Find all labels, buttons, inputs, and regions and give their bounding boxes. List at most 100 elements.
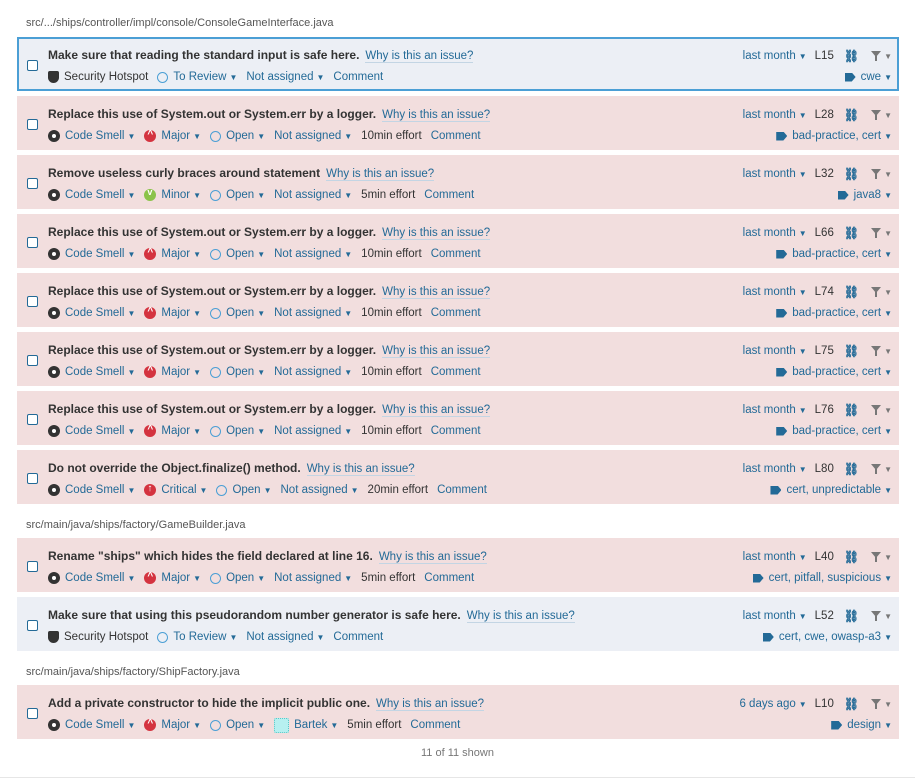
issue-date[interactable]: last month ▼: [743, 50, 807, 62]
issue-date[interactable]: last month ▼: [743, 286, 807, 298]
why-link[interactable]: Why is this an issue?: [382, 286, 491, 299]
issue-date[interactable]: last month ▼: [743, 345, 807, 357]
why-link[interactable]: Why is this an issue?: [365, 50, 474, 63]
issue-date[interactable]: last month ▼: [743, 610, 807, 622]
issue-severity[interactable]: Major▼: [144, 424, 201, 437]
issue-tags[interactable]: bad-practice, cert ▼: [776, 246, 892, 262]
issue-assignee[interactable]: Not assigned ▼: [246, 71, 324, 83]
issue-row[interactable]: Make sure that reading the standard inpu…: [17, 37, 899, 91]
issue-type[interactable]: Code Smell ▼: [48, 366, 135, 378]
issue-message[interactable]: Replace this use of System.out or System…: [48, 107, 376, 121]
issue-status[interactable]: Open ▼: [210, 425, 265, 437]
issue-status[interactable]: To Review ▼: [157, 631, 237, 643]
issue-tags[interactable]: cwe ▼: [844, 69, 892, 85]
filter-dropdown[interactable]: ▼: [859, 405, 892, 415]
filter-dropdown[interactable]: ▼: [859, 611, 892, 621]
issue-row[interactable]: Do not override the Object.finalize() me…: [17, 450, 899, 504]
issue-message[interactable]: Replace this use of System.out or System…: [48, 402, 376, 416]
filter-dropdown[interactable]: ▼: [859, 552, 892, 562]
issue-tags[interactable]: cert, pitfall, suspicious ▼: [752, 570, 892, 586]
issue-row[interactable]: Rename "ships" which hides the field dec…: [17, 538, 899, 592]
issue-date[interactable]: last month ▼: [743, 227, 807, 239]
why-link[interactable]: Why is this an issue?: [376, 698, 485, 711]
filter-dropdown[interactable]: ▼: [859, 346, 892, 356]
file-path[interactable]: src/main/java/ships/factory/ShipFactory.…: [26, 666, 240, 680]
why-link[interactable]: Why is this an issue?: [306, 463, 415, 476]
link-icon[interactable]: ⛓: [844, 49, 859, 63]
filter-dropdown[interactable]: ▼: [859, 51, 892, 61]
issue-checkbox[interactable]: [27, 355, 38, 366]
issue-assignee[interactable]: Not assigned ▼: [274, 572, 352, 584]
why-link[interactable]: Why is this an issue?: [382, 345, 491, 358]
issue-message[interactable]: Remove useless curly braces around state…: [48, 166, 320, 180]
issue-assignee[interactable]: Not assigned ▼: [246, 631, 324, 643]
issue-assignee[interactable]: Not assigned ▼: [274, 366, 352, 378]
comment-link[interactable]: Comment: [424, 572, 474, 584]
issue-type[interactable]: Code Smell ▼: [48, 248, 135, 260]
filter-dropdown[interactable]: ▼: [859, 464, 892, 474]
issue-tags[interactable]: bad-practice, cert ▼: [776, 128, 892, 144]
issue-checkbox[interactable]: [27, 60, 38, 71]
issue-date[interactable]: 6 days ago ▼: [739, 698, 806, 710]
link-icon[interactable]: ⛓: [844, 550, 859, 564]
issue-tags[interactable]: design ▼: [831, 717, 892, 733]
why-link[interactable]: Why is this an issue?: [382, 227, 491, 240]
issue-row[interactable]: Make sure that using this pseudorandom n…: [17, 597, 899, 651]
comment-link[interactable]: Comment: [333, 71, 383, 83]
link-icon[interactable]: ⛓: [844, 285, 859, 299]
issue-row[interactable]: Replace this use of System.out or System…: [17, 332, 899, 386]
issue-status[interactable]: Open ▼: [210, 572, 265, 584]
link-icon[interactable]: ⛓: [844, 462, 859, 476]
issue-tags[interactable]: bad-practice, cert ▼: [776, 305, 892, 321]
filter-dropdown[interactable]: ▼: [859, 110, 892, 120]
why-link[interactable]: Why is this an issue?: [382, 109, 491, 122]
issue-assignee[interactable]: Bartek ▼: [274, 717, 338, 733]
issue-row[interactable]: Remove useless curly braces around state…: [17, 155, 899, 209]
issue-message[interactable]: Replace this use of System.out or System…: [48, 343, 376, 357]
issue-assignee[interactable]: Not assigned ▼: [274, 189, 352, 201]
issue-tags[interactable]: cert, unpredictable ▼: [770, 482, 892, 498]
filter-dropdown[interactable]: ▼: [859, 287, 892, 297]
issue-message[interactable]: Replace this use of System.out or System…: [48, 284, 376, 298]
issue-tags[interactable]: cert, cwe, owasp-a3 ▼: [762, 629, 892, 645]
issue-status[interactable]: Open ▼: [210, 719, 265, 731]
issue-row[interactable]: Replace this use of System.out or System…: [17, 214, 899, 268]
link-icon[interactable]: ⛓: [844, 403, 859, 417]
issue-date[interactable]: last month ▼: [743, 109, 807, 121]
issue-date[interactable]: last month ▼: [743, 404, 807, 416]
issue-assignee[interactable]: Not assigned ▼: [274, 248, 352, 260]
issue-date[interactable]: last month ▼: [743, 168, 807, 180]
issue-severity[interactable]: Major▼: [144, 247, 201, 260]
why-link[interactable]: Why is this an issue?: [466, 610, 575, 623]
issue-row[interactable]: Replace this use of System.out or System…: [17, 273, 899, 327]
issue-type[interactable]: Code Smell ▼: [48, 189, 135, 201]
issue-severity[interactable]: Major▼: [144, 571, 201, 584]
link-icon[interactable]: ⛓: [844, 226, 859, 240]
issue-assignee[interactable]: Not assigned ▼: [274, 307, 352, 319]
comment-link[interactable]: Comment: [431, 248, 481, 260]
filter-dropdown[interactable]: ▼: [859, 699, 892, 709]
issue-checkbox[interactable]: [27, 414, 38, 425]
comment-link[interactable]: Comment: [424, 189, 474, 201]
issue-checkbox[interactable]: [27, 237, 38, 248]
filter-dropdown[interactable]: ▼: [859, 169, 892, 179]
issue-severity[interactable]: Major▼: [144, 129, 201, 142]
issue-status[interactable]: Open ▼: [210, 366, 265, 378]
issue-severity[interactable]: Critical▼: [144, 483, 207, 496]
filter-dropdown[interactable]: ▼: [859, 228, 892, 238]
comment-link[interactable]: Comment: [437, 484, 487, 496]
issue-severity[interactable]: Minor▼: [144, 187, 201, 201]
issue-checkbox[interactable]: [27, 561, 38, 572]
why-link[interactable]: Why is this an issue?: [326, 168, 435, 181]
issue-checkbox[interactable]: [27, 178, 38, 189]
link-icon[interactable]: ⛓: [844, 609, 859, 623]
issue-severity[interactable]: Major▼: [144, 365, 201, 378]
issue-severity[interactable]: Major▼: [144, 718, 201, 731]
issue-date[interactable]: last month ▼: [743, 551, 807, 563]
comment-link[interactable]: Comment: [333, 631, 383, 643]
link-icon[interactable]: ⛓: [844, 697, 859, 711]
issue-row[interactable]: Add a private constructor to hide the im…: [17, 685, 899, 739]
issue-status[interactable]: Open ▼: [210, 130, 265, 142]
issue-message[interactable]: Replace this use of System.out or System…: [48, 225, 376, 239]
issue-checkbox[interactable]: [27, 620, 38, 631]
